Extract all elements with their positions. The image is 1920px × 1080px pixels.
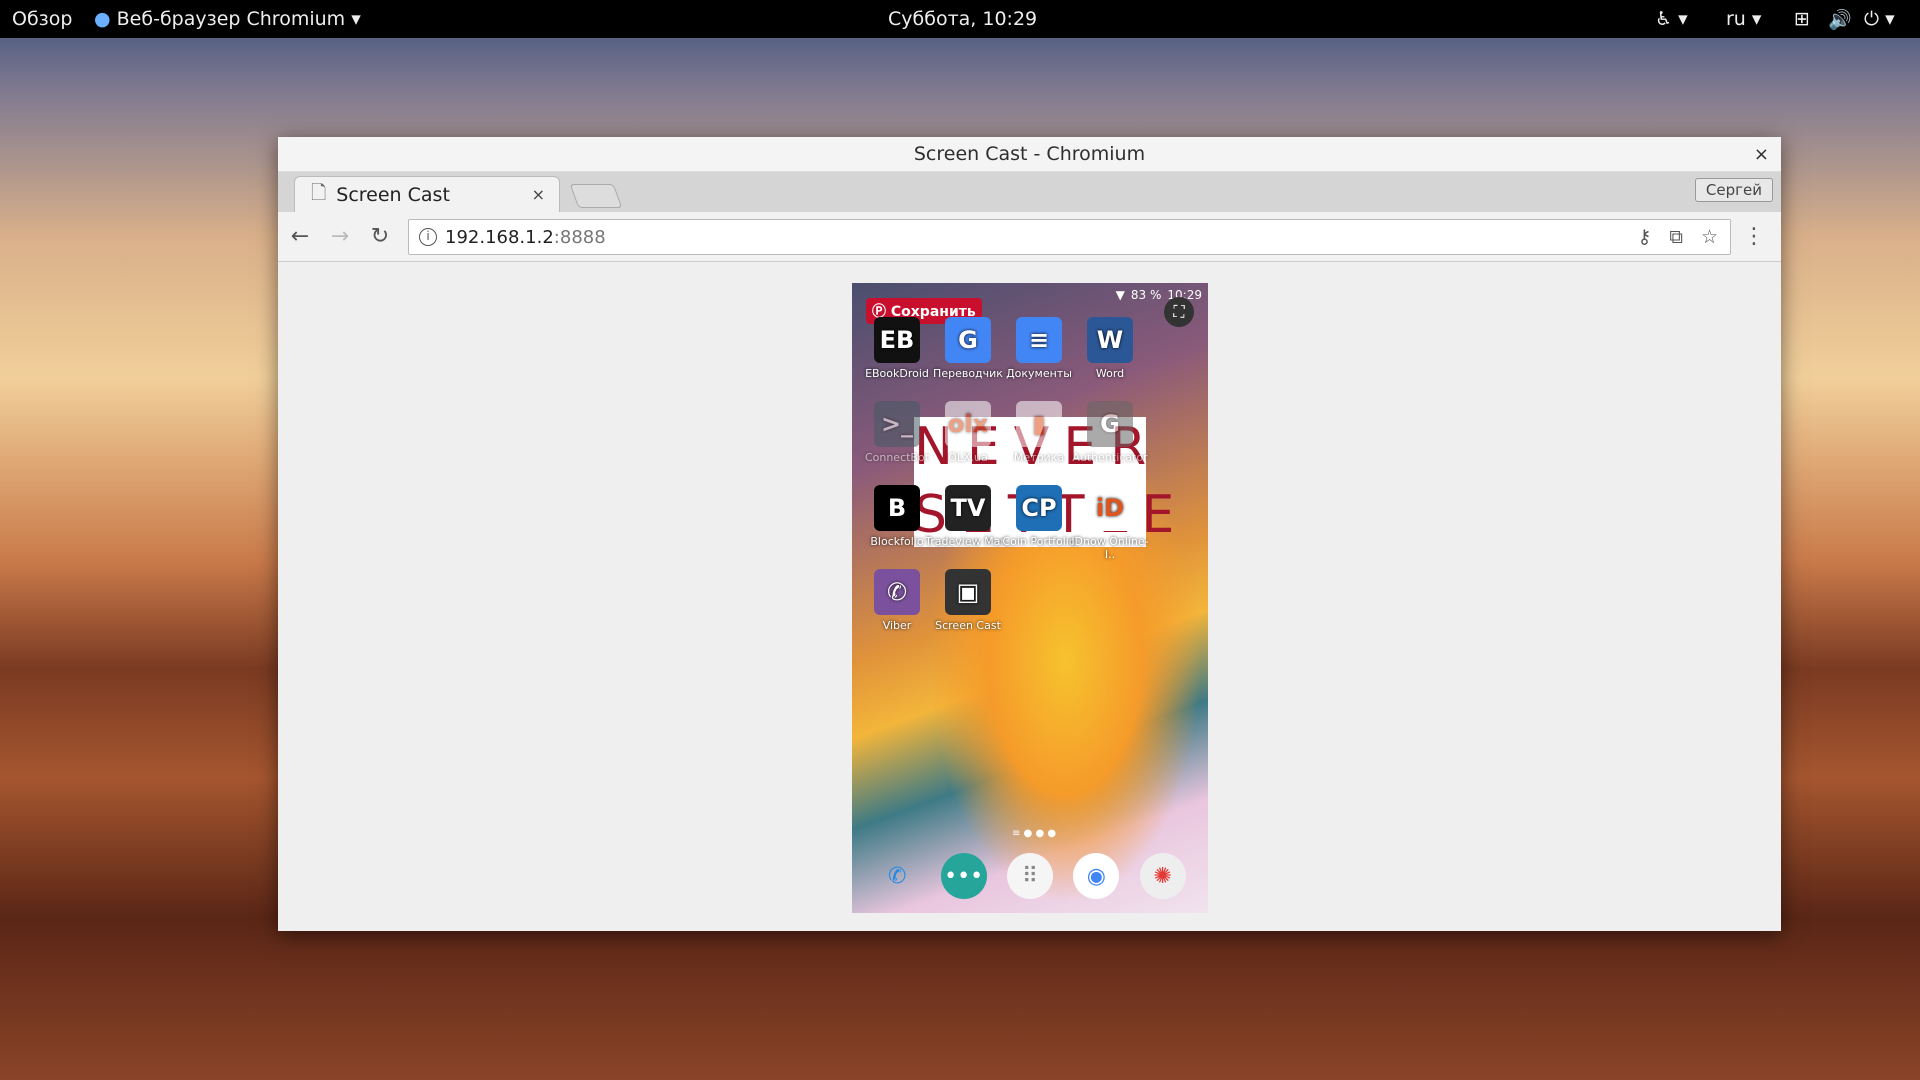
clock[interactable]: Суббота, 10:29: [888, 8, 1037, 30]
dock-messages-icon[interactable]: •••: [940, 853, 987, 899]
dock-chrome-icon[interactable]: ◉: [1073, 853, 1120, 899]
new-tab-button[interactable]: [569, 184, 623, 208]
app-label: Word: [1095, 367, 1125, 380]
forward-button[interactable]: →: [322, 224, 358, 249]
app-glyph-icon: G: [945, 317, 991, 363]
activities-button[interactable]: Обзор: [12, 8, 72, 30]
tab-screen-cast[interactable]: 🗋 Screen Cast ×: [294, 176, 560, 212]
volume-icon[interactable]: 🔊: [1828, 8, 1852, 31]
app-glyph-icon: ▮: [1016, 401, 1062, 447]
app-glyph-icon: TV: [945, 485, 991, 531]
phone-screen[interactable]: ▼ 83 % 10:29 Ⓟ Сохранить ⛶ NEVER SETTLE …: [852, 283, 1208, 913]
tab-title: Screen Cast: [336, 183, 450, 206]
app-glyph-icon: EB: [874, 317, 920, 363]
app-label: Authenticator: [1072, 451, 1148, 464]
page-icon: 🗋: [311, 181, 327, 204]
reload-button[interactable]: ↻: [362, 224, 398, 249]
app-menu-label: Веб-браузер Chromium: [116, 8, 346, 30]
battery-level: 83 %: [1130, 288, 1162, 302]
app-glyph-icon: CP: [1016, 485, 1062, 531]
dock: ✆ ••• ⠿ ◉ ✺: [852, 853, 1208, 899]
tab-strip: 🗋 Screen Cast × Сергей: [278, 172, 1781, 212]
wifi-icon: ▼: [1115, 288, 1125, 302]
title-bar: Screen Cast - Chromium ×: [278, 137, 1781, 172]
url-host: 192.168.1.2: [445, 226, 554, 248]
browser-window: Screen Cast - Chromium × 🗋 Screen Cast ×…: [278, 137, 1781, 931]
key-icon[interactable]: ⚷: [1637, 226, 1651, 248]
accessibility-icon[interactable]: ♿ ▾: [1655, 8, 1688, 30]
star-icon[interactable]: ☆: [1701, 226, 1718, 248]
page-indicator: ≡ ● ● ●: [1012, 828, 1057, 839]
url-port: :8888: [553, 226, 606, 248]
profile-button[interactable]: Сергей: [1694, 178, 1773, 202]
top-bar: Обзор ● Веб-браузер Chromium ▾ Суббота, …: [0, 0, 1920, 38]
language-menu[interactable]: ru ▾: [1726, 8, 1761, 30]
app-glyph-icon: W: [1087, 317, 1133, 363]
app-icon[interactable]: G Authenticator: [1067, 401, 1153, 464]
app-label: IDnow Online-I..: [1071, 535, 1149, 561]
app-icon[interactable]: iD IDnow Online-I..: [1067, 485, 1153, 561]
app-icon[interactable]: ▣ Screen Cast: [925, 569, 1011, 632]
close-window-button[interactable]: ×: [1754, 137, 1769, 172]
back-button[interactable]: ←: [282, 224, 318, 249]
window-title: Screen Cast - Chromium: [913, 143, 1146, 165]
app-glyph-icon: ✆: [874, 569, 920, 615]
info-icon[interactable]: i: [419, 228, 437, 246]
power-icon[interactable]: ⏻ ▾: [1864, 8, 1895, 30]
network-icon[interactable]: ⊞: [1794, 8, 1810, 30]
menu-icon[interactable]: ⋮: [1743, 224, 1765, 249]
app-glyph-icon: iD: [1087, 485, 1133, 531]
app-glyph-icon: >_: [874, 401, 920, 447]
app-glyph-icon: B: [874, 485, 920, 531]
dock-camera-icon[interactable]: ✺: [1139, 853, 1186, 899]
tab-close-button[interactable]: ×: [532, 185, 545, 204]
address-bar[interactable]: i 192.168.1.2:8888 ⚷ ⧉ ☆: [408, 219, 1731, 255]
translate-icon[interactable]: ⧉: [1669, 226, 1683, 248]
app-glyph-icon: G: [1087, 401, 1133, 447]
language-label: ru: [1726, 8, 1746, 30]
dock-phone-icon[interactable]: ✆: [874, 853, 920, 899]
app-icon[interactable]: W Word: [1067, 317, 1153, 380]
app-glyph-icon: olx: [945, 401, 991, 447]
fullscreen-icon[interactable]: ⛶: [1164, 297, 1194, 327]
app-glyph-icon: ▣: [945, 569, 991, 615]
toolbar: ← → ↻ i 192.168.1.2:8888 ⚷ ⧉ ☆ ⋮: [278, 212, 1781, 262]
app-glyph-icon: ≡: [1016, 317, 1062, 363]
dock-apps-icon[interactable]: ⠿: [1006, 853, 1053, 899]
app-menu[interactable]: ● Веб-браузер Chromium ▾: [94, 8, 361, 30]
app-label: Screen Cast: [935, 619, 1001, 632]
